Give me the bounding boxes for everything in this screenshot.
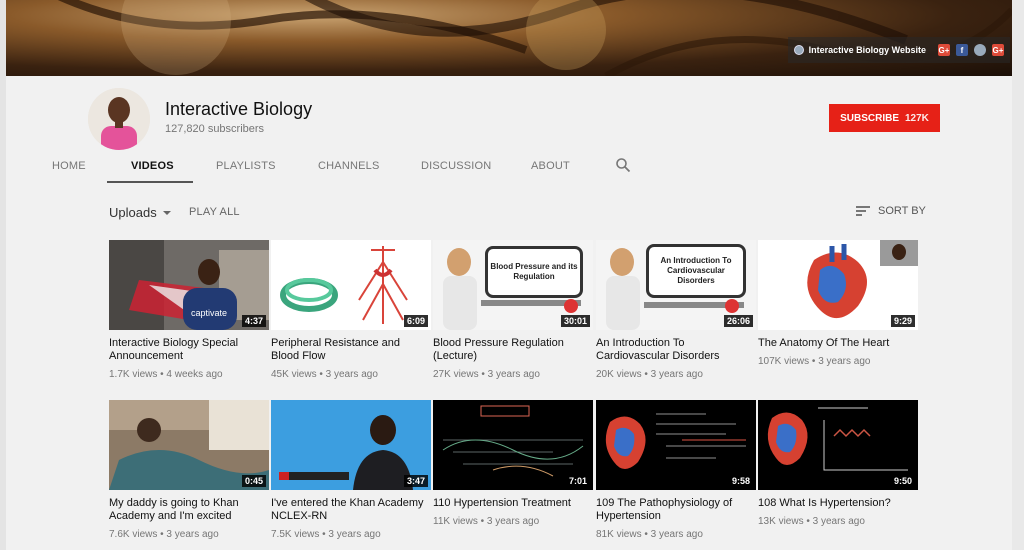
channel-tabs: HOME VIDEOS PLAYLISTS CHANNELS DISCUSSIO… [6,152,1012,190]
google-plus-icon[interactable]: G+ [992,44,1004,56]
video-title[interactable]: Interactive Biology Special Announcement [109,337,269,363]
video-card[interactable]: 9:29 The Anatomy Of The Heart 107K views… [758,240,918,367]
svg-text:captivate: captivate [191,308,227,318]
video-thumbnail[interactable]: 9:58 [596,400,756,490]
video-meta: 7.6K views • 3 years ago [109,529,219,540]
video-duration: 3:47 [403,475,428,487]
video-card[interactable]: 9:58 109 The Pathophysiology of Hyperten… [596,400,756,540]
subscribe-label: SUBSCRIBE [840,112,899,124]
video-title[interactable]: Peripheral Resistance and Blood Flow [271,337,431,363]
video-title[interactable]: I've entered the Khan Academy NCLEX-RN [271,497,431,523]
video-card[interactable]: An Introduction To Cardiovascular Disord… [596,240,756,380]
video-title[interactable]: 109 The Pathophysiology of Hypertension [596,497,756,523]
video-duration: 26:06 [723,315,753,327]
video-card[interactable]: 3:47 I've entered the Khan Academy NCLEX… [271,400,431,540]
video-thumbnail[interactable]: An Introduction To Cardiovascular Disord… [596,240,756,330]
video-thumbnail[interactable]: 0:45 [109,400,269,490]
video-thumbnail[interactable]: 3:47 [271,400,431,490]
video-duration: 0:45 [241,475,266,487]
tab-home[interactable]: HOME [52,160,86,172]
page-right-edge [1012,0,1024,550]
video-meta: 13K views • 3 years ago [758,516,865,527]
uploads-dropdown[interactable]: Uploads [109,205,171,220]
video-meta: 81K views • 3 years ago [596,529,703,540]
uploads-label: Uploads [109,205,157,220]
video-meta: 27K views • 3 years ago [433,369,540,380]
video-title[interactable]: Blood Pressure Regulation (Lecture) [433,337,593,363]
video-meta: 20K views • 3 years ago [596,369,703,380]
sort-by-label: SORT BY [878,205,926,217]
sort-icon [856,206,870,216]
search-icon[interactable] [615,157,631,173]
video-card[interactable]: Blood Pressure and its Regulation 30:01 … [433,240,593,380]
video-thumbnail[interactable]: 6:09 [271,240,431,330]
video-duration: 9:50 [890,475,915,487]
tab-discussion[interactable]: DISCUSSION [421,160,491,172]
video-thumbnail[interactable]: 7:01 [433,400,593,490]
avatar[interactable] [88,88,150,150]
subscribe-button[interactable]: SUBSCRIBE 127K [829,104,940,132]
video-meta: 11K views • 3 years ago [433,516,540,527]
video-title[interactable]: My daddy is going to Khan Academy and I'… [109,497,269,523]
tab-channels[interactable]: CHANNELS [318,160,380,172]
video-card[interactable]: 9:50 108 What Is Hypertension? 13K views… [758,400,918,527]
website-link[interactable]: Interactive Biology Website [793,45,926,55]
video-meta: 107K views • 3 years ago [758,356,871,367]
video-duration: 30:01 [560,315,590,327]
tab-about[interactable]: ABOUT [531,160,570,172]
video-duration: 9:29 [890,315,915,327]
video-duration: 9:58 [728,475,753,487]
video-meta: 1.7K views • 4 weeks ago [109,369,223,380]
video-thumbnail[interactable]: 9:29 [758,240,918,330]
video-card[interactable]: captivate 4:37 Interactive Biology Speci… [109,240,269,380]
chevron-down-icon [162,210,171,215]
video-duration: 6:09 [403,315,428,327]
globe-icon [793,45,804,55]
channel-banner: Interactive Biology Website G+ f G+ [6,0,1012,76]
sort-by-button[interactable]: SORT BY [856,205,926,217]
video-card[interactable]: 0:45 My daddy is going to Khan Academy a… [109,400,269,540]
subscribe-count: 127K [905,112,929,124]
video-duration: 7:01 [565,475,590,487]
channel-header: Interactive Biology 127,820 subscribers … [6,76,1012,190]
video-meta: 45K views • 3 years ago [271,369,378,380]
video-thumbnail[interactable]: Blood Pressure and its Regulation 30:01 [433,240,593,330]
video-duration: 4:37 [241,315,266,327]
tab-playlists[interactable]: PLAYLISTS [216,160,276,172]
video-thumbnail[interactable]: captivate 4:37 [109,240,269,330]
tab-videos[interactable]: VIDEOS [131,160,174,172]
active-tab-indicator [107,181,193,183]
thumbnail-whiteboard-title: Blood Pressure and its Regulation [485,246,583,298]
website-link-label: Interactive Biology Website [808,45,926,55]
banner-links: Interactive Biology Website G+ f G+ [787,37,1010,63]
globe-icon[interactable] [974,44,986,56]
video-title[interactable]: An Introduction To Cardiovascular Disord… [596,337,756,363]
avatar-image [88,88,150,150]
video-meta: 7.5K views • 3 years ago [271,529,381,540]
play-all-button[interactable]: PLAY ALL [189,206,240,218]
thumbnail-whiteboard-title: An Introduction To Cardiovascular Disord… [646,244,746,298]
video-thumbnail[interactable]: 9:50 [758,400,918,490]
facebook-icon[interactable]: f [956,44,968,56]
video-card[interactable]: 7:01 110 Hypertension Treatment 11K view… [433,400,593,527]
google-plus-icon[interactable]: G+ [938,44,950,56]
subscriber-count: 127,820 subscribers [165,123,265,135]
video-card[interactable]: 6:09 Peripheral Resistance and Blood Flo… [271,240,431,380]
channel-title[interactable]: Interactive Biology [165,99,312,120]
